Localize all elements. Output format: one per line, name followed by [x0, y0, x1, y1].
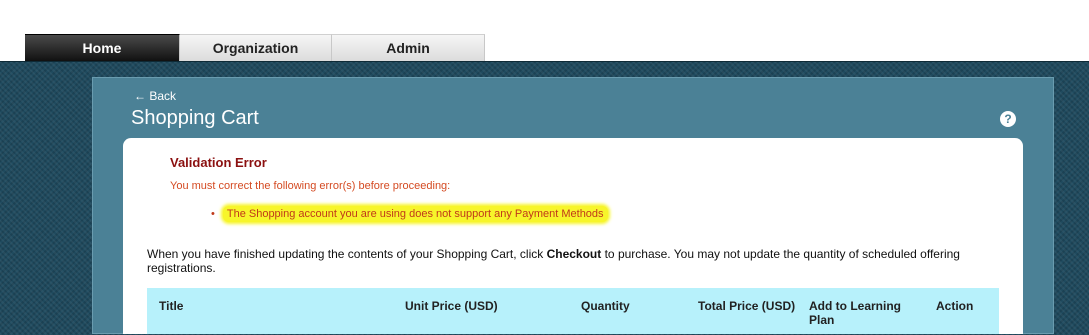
validation-error-title: Validation Error [170, 155, 267, 170]
column-header-add-to-learning-plan: Add to Learning Plan [809, 299, 901, 327]
tab-organization[interactable]: Organization [180, 34, 332, 61]
help-icon[interactable]: ? [1000, 111, 1016, 127]
page-title: Shopping Cart [131, 107, 259, 129]
column-header-action: Action [936, 299, 974, 313]
tab-home[interactable]: Home [25, 34, 180, 61]
column-header-quantity[interactable]: Quantity [581, 299, 630, 313]
column-header-title[interactable]: Title [159, 299, 183, 313]
column-header-unit-price[interactable]: Unit Price (USD) [405, 299, 498, 313]
column-header-total-price[interactable]: Total Price (USD) [698, 299, 795, 313]
bullet-icon: • [211, 208, 215, 220]
cart-instructions: When you have finished updating the cont… [147, 247, 997, 275]
back-link[interactable]: ← Back [134, 89, 176, 103]
cart-table-header: Title Unit Price (USD) Quantity Total Pr… [147, 288, 999, 334]
validation-error-message: You must correct the following error(s) … [170, 180, 451, 192]
instructions-checkout-keyword: Checkout [546, 247, 602, 261]
validation-error-text: The Shopping account you are using does … [222, 206, 608, 222]
instructions-text-before: When you have finished updating the cont… [147, 247, 547, 261]
top-navigation: Home Organization Admin [0, 0, 1089, 62]
validation-error-item: • The Shopping account you are using doe… [211, 206, 608, 222]
nav-tabs: Home Organization Admin [25, 34, 485, 61]
tab-admin[interactable]: Admin [332, 34, 485, 61]
